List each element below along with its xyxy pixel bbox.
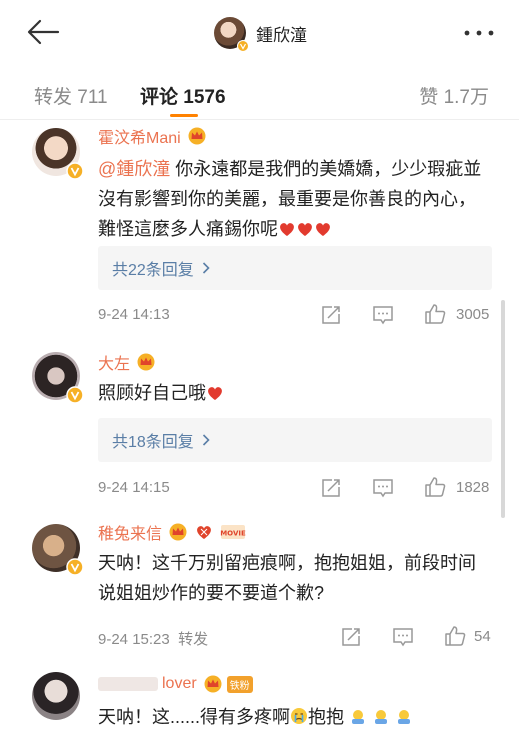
username[interactable]: lover <box>162 675 197 693</box>
share-icon[interactable] <box>340 626 362 648</box>
comment-text: 天呐！这千万别留疤痕啊，抱抱姐姐，前段时间说姐姐炒作的要不要道个歉? <box>98 553 476 603</box>
comment-icon[interactable] <box>372 304 394 326</box>
tab-likes[interactable]: 赞 1.7万 <box>419 82 489 109</box>
fan-badge: 铁粉 <box>226 675 253 693</box>
share-icon[interactable] <box>320 477 342 499</box>
heart-emoji-icon <box>298 223 312 236</box>
verified-badge-icon <box>66 558 84 576</box>
tab-bar: 转发 711 评论 1576 赞 1.7万 <box>0 64 519 120</box>
vip-crown-icon <box>169 523 187 541</box>
chevron-right-icon <box>202 262 210 274</box>
comment-icon[interactable] <box>392 626 414 648</box>
comment-text: 天呐！这......得有多疼啊 抱抱 <box>98 702 490 732</box>
verified-badge-icon <box>237 40 249 52</box>
more-icon[interactable] <box>463 29 495 37</box>
scrollbar[interactable] <box>501 300 505 518</box>
hug-emoji-icon <box>398 710 411 724</box>
view-replies-button[interactable]: 共18条回复 <box>98 418 492 462</box>
username[interactable]: 大左 <box>98 350 130 374</box>
svg-text:MOVIE: MOVIE <box>220 530 246 538</box>
vip-crown-icon <box>188 127 206 145</box>
top-bar: 鍾欣潼 <box>0 0 519 64</box>
avatar[interactable] <box>32 128 84 180</box>
verified-badge-icon <box>66 386 84 404</box>
avatar[interactable] <box>32 524 84 576</box>
heart-emoji-icon <box>316 223 330 236</box>
comment-icon[interactable] <box>372 477 394 499</box>
comment-time: 9-24 14:13 <box>98 306 170 323</box>
share-icon[interactable] <box>320 304 342 326</box>
movie-badge-icon: MOVIE <box>220 525 246 539</box>
mention-link[interactable]: @鍾欣潼 <box>98 159 170 179</box>
verified-badge-icon <box>66 162 84 180</box>
active-tab-indicator <box>170 114 198 117</box>
heart-badge-icon <box>197 526 211 539</box>
view-replies-button[interactable]: 共22条回复 <box>98 246 492 290</box>
comment-text: 照顾好自己哦 <box>98 378 490 408</box>
blurred-username <box>98 677 158 691</box>
heart-emoji-icon <box>208 387 222 400</box>
tab-repost[interactable]: 转发 711 <box>34 82 108 109</box>
crying-emoji-icon <box>291 708 308 724</box>
like-icon[interactable] <box>424 476 446 498</box>
vip-crown-icon <box>137 353 155 371</box>
hug-emoji-icon <box>375 710 388 724</box>
vip-crown-icon <box>204 675 222 693</box>
repost-link[interactable]: 转发 <box>178 631 208 648</box>
username[interactable]: 稚兔来信 <box>98 520 162 544</box>
profile-title[interactable]: 鍾欣潼 <box>214 16 307 52</box>
chevron-right-icon <box>202 434 210 446</box>
like-icon[interactable] <box>444 625 466 647</box>
back-arrow-icon[interactable] <box>24 16 64 48</box>
comment-time: 9-24 15:23 转发 <box>98 631 209 648</box>
like-count: 1828 <box>456 479 490 496</box>
comment-text: @鍾欣潼 你永遠都是我們的美嬌嬌，少少瑕疵並沒有影響到你的美麗，最重要是你善良的… <box>98 159 482 239</box>
comment-time: 9-24 14:15 <box>98 479 170 496</box>
username[interactable]: 霍汶希Mani <box>98 124 181 148</box>
like-count: 54 <box>474 628 491 645</box>
avatar[interactable] <box>32 672 80 720</box>
hug-emoji-icon <box>352 710 365 724</box>
page-title: 鍾欣潼 <box>256 25 307 45</box>
like-icon[interactable] <box>424 303 446 325</box>
tab-comments[interactable]: 评论 1576 <box>140 82 226 109</box>
heart-emoji-icon <box>280 223 294 236</box>
avatar[interactable] <box>32 352 84 404</box>
avatar[interactable] <box>214 17 249 52</box>
like-count: 3005 <box>456 306 490 323</box>
